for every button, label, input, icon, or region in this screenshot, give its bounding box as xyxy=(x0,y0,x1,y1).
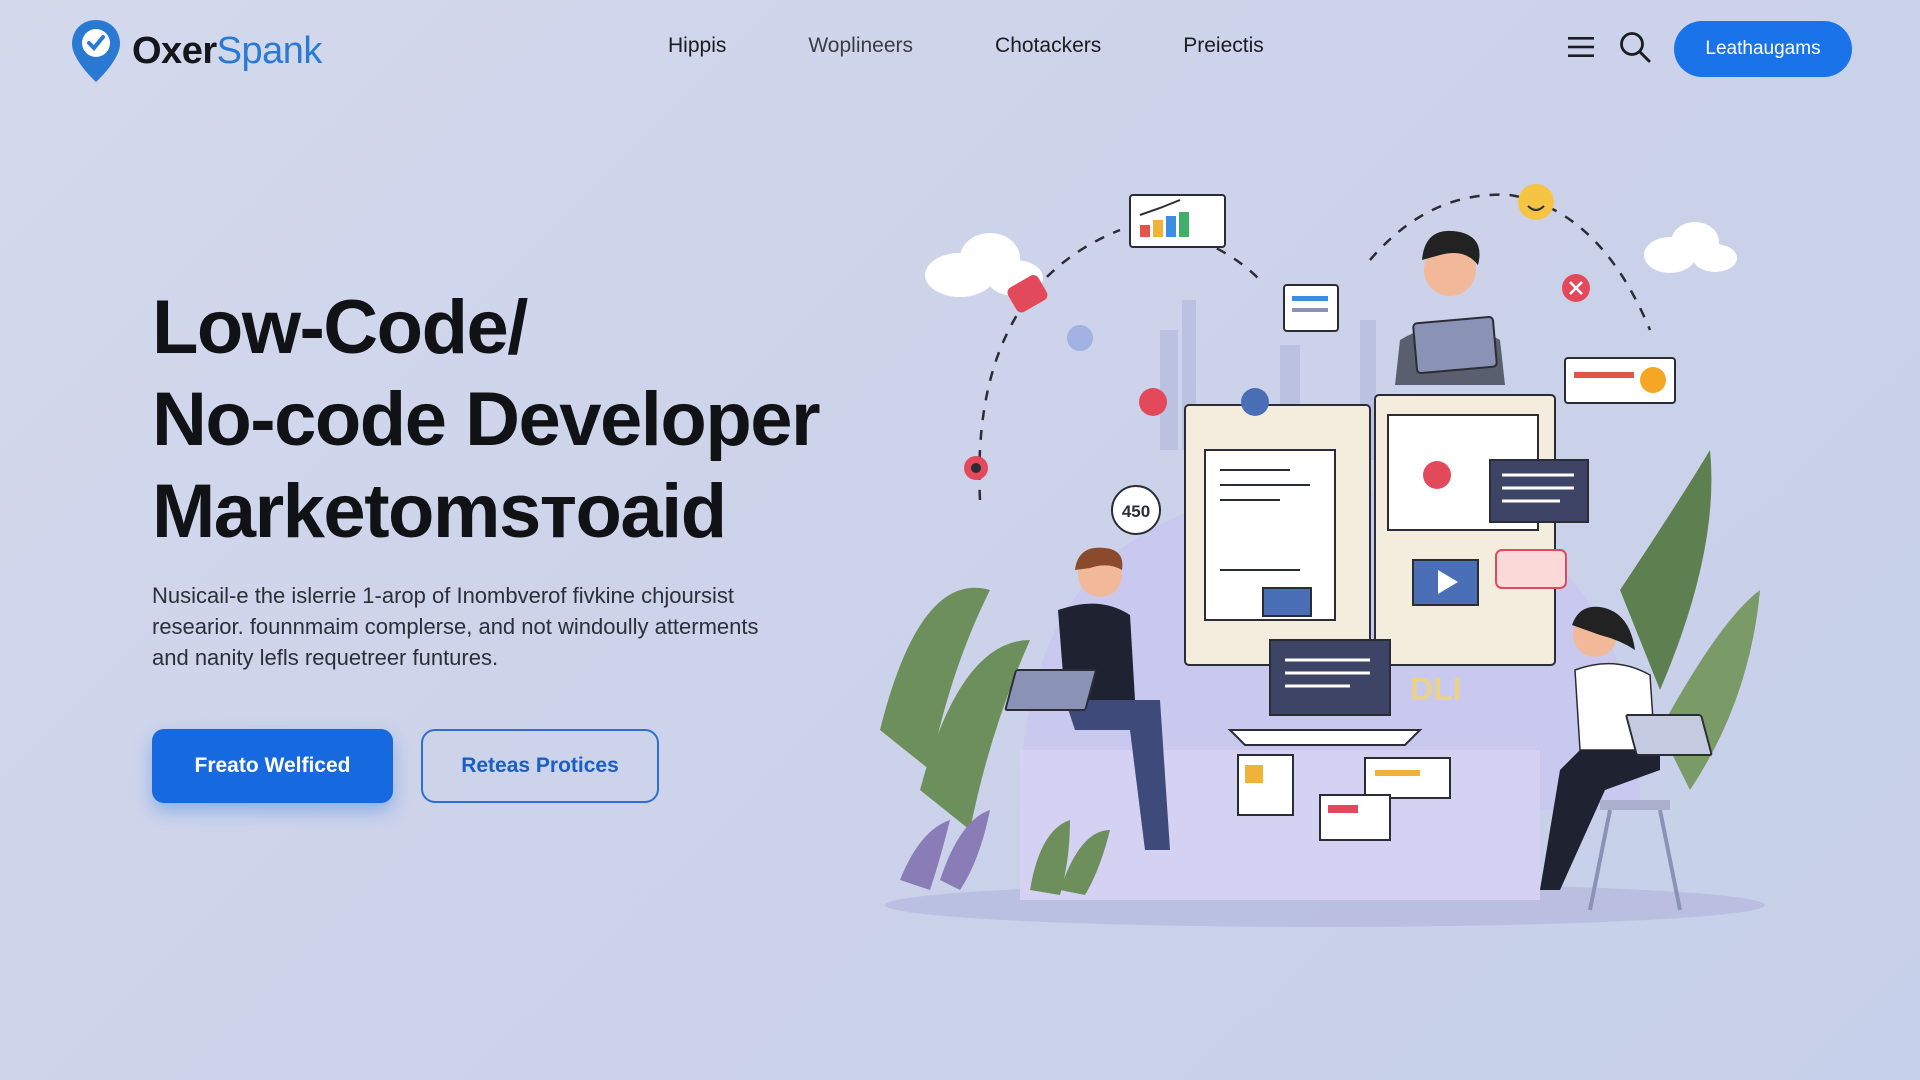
hero-title: Low-Code/ No-code Developer Marketomsтoa… xyxy=(152,282,872,558)
pin-icon xyxy=(1139,388,1167,416)
hero-title-line: Low-Code/ xyxy=(152,285,528,370)
nav-item-woplineers[interactable]: Woplineers xyxy=(808,34,913,58)
person-with-tablet xyxy=(1395,230,1505,385)
brand-name: OxerSpank xyxy=(132,30,322,73)
hero-illustration: 450 DLI xyxy=(880,184,1765,927)
mini-card xyxy=(1319,794,1391,841)
smiley-icon xyxy=(1518,184,1554,220)
brand-name-part1: Oxer xyxy=(132,29,217,72)
hero-description-line: Nusicail-e the islerrie 1-arop of Inombv… xyxy=(152,583,735,608)
decor-text: DLI xyxy=(1410,671,1462,707)
site-header: OxerSpank Hippis Woplineers Chotackers P… xyxy=(0,0,1920,100)
hero-title-line: No-code Developer xyxy=(152,377,821,462)
hero-title-line: Marketomsтoaid xyxy=(152,469,727,554)
nav-item-hippis[interactable]: Hippis xyxy=(668,34,726,58)
secondary-cta-button[interactable]: Reteas Protices xyxy=(421,729,659,803)
chart-card xyxy=(1129,194,1226,248)
plant-decoration xyxy=(900,810,990,890)
hero-description-line: researior. founnmaim complerse, and not … xyxy=(152,614,759,639)
header-cta-button[interactable]: Leathaugams xyxy=(1674,21,1852,77)
monitor xyxy=(1269,639,1391,716)
map-pin-icon xyxy=(72,20,120,82)
chat-icon xyxy=(1241,388,1269,416)
hamburger-menu-icon[interactable] xyxy=(1566,34,1596,60)
search-icon[interactable] xyxy=(1618,30,1652,64)
primary-cta-button[interactable]: Freato Welficed xyxy=(152,729,393,803)
nav-item-preiectis[interactable]: Preiectis xyxy=(1183,34,1264,58)
mini-card xyxy=(1237,754,1294,816)
brand-logo[interactable]: OxerSpank xyxy=(70,18,322,84)
mini-card xyxy=(1364,757,1451,799)
dashed-path xyxy=(1369,193,1652,331)
main-nav: Hippis Woplineers Chotackers Preiectis xyxy=(668,34,1346,58)
hero-description: Nusicail-e the islerrie 1-arop of Inombv… xyxy=(152,580,832,673)
nav-item-chotackers[interactable]: Chotackers xyxy=(995,34,1101,58)
code-card xyxy=(1489,459,1589,523)
hero-description-line: and nanity lefls requetreer funtures. xyxy=(152,645,499,670)
stat-badge-label: 450 xyxy=(1122,502,1150,521)
cloud-icon xyxy=(1644,222,1737,273)
brand-name-part2: Spank xyxy=(216,29,323,72)
